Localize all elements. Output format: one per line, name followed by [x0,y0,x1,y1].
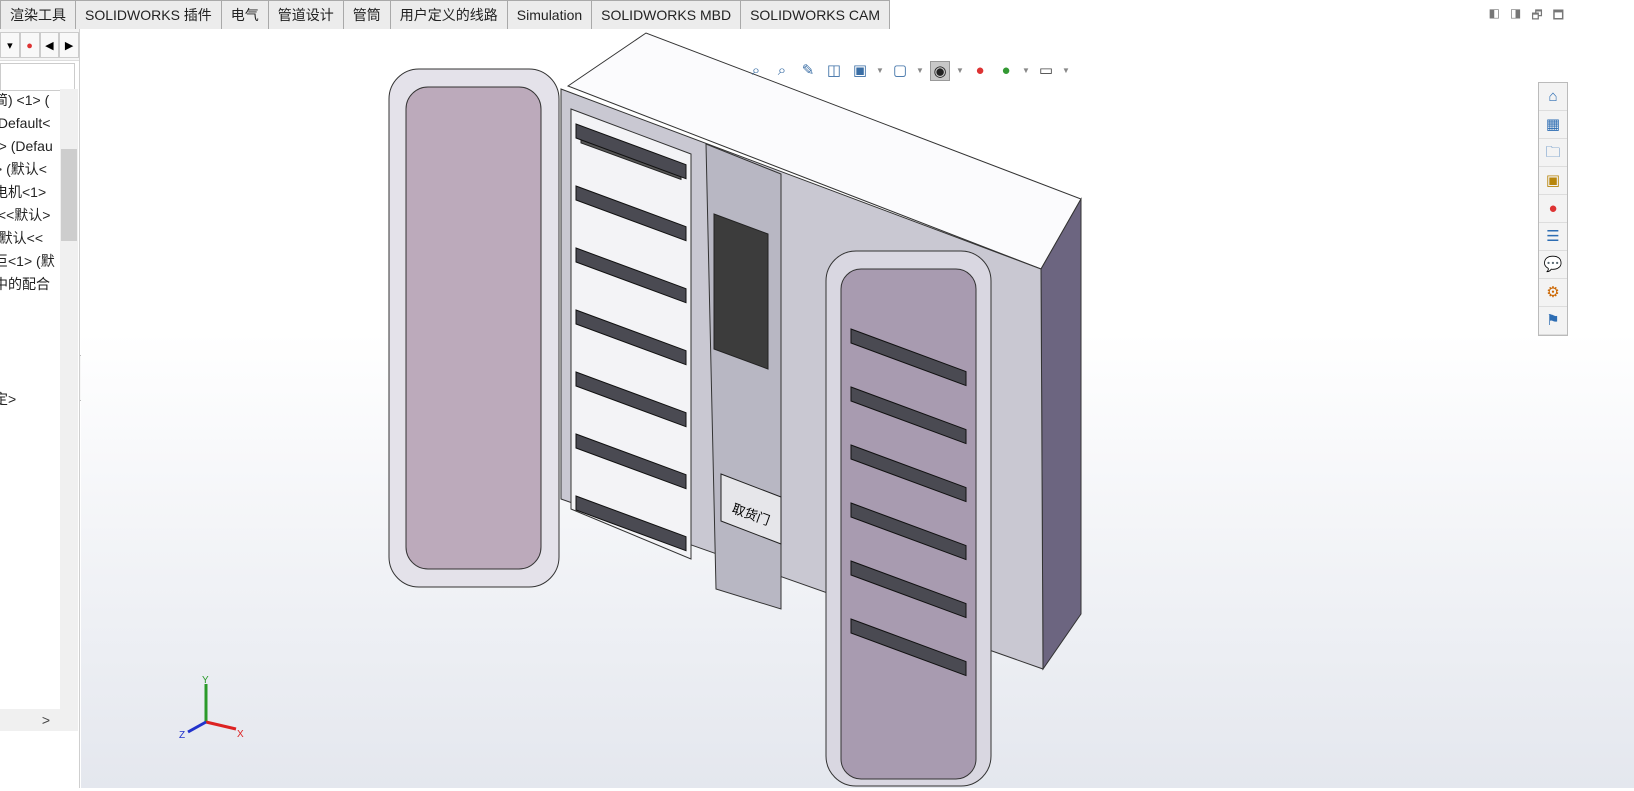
scroll-thumb[interactable] [61,149,77,241]
panel-tabs: ▾ ● ◀ ▶ [0,29,79,61]
dropdown-icon[interactable]: ▾ [0,31,20,58]
chevron-down-icon[interactable]: ▼ [956,61,964,81]
vending-cabinet-model: 取货门 [388,32,1082,787]
cabinet-side [1040,197,1082,671]
z-axis [187,720,207,734]
tree-item[interactable]: 定> [0,388,60,411]
hide-show-items-icon[interactable]: ◉ [930,61,950,81]
tree-item[interactable] [0,365,60,388]
z-label: Z [179,730,185,741]
tree-item[interactable]: -> (Defau [0,135,60,158]
feature-tree: 简) <1> ( [Default< -> (Defau > (默认< 电机<1… [0,89,60,411]
y-label: Y [202,675,209,686]
tree-item[interactable] [0,319,60,342]
zoom-to-area-icon[interactable]: ⌕ [772,61,792,81]
tree-item[interactable] [0,342,60,365]
scroll-right-button[interactable]: ▶ [59,31,79,58]
tree-item[interactable]: 电机<1> [0,181,60,204]
tree-item[interactable] [0,296,60,319]
appearance-tab-icon[interactable]: ● [19,31,40,58]
tree-item[interactable]: 简) <1> ( [0,89,60,112]
view-orientation-icon[interactable]: ▣ [850,61,870,81]
tree-item[interactable]: > (默认< [0,158,60,181]
chevron-down-icon[interactable]: ▼ [916,61,924,81]
tab-solidworks-addins[interactable]: SOLIDWORKS 插件 [75,0,222,29]
zoom-to-fit-icon[interactable]: ⌕ [746,61,766,81]
x-label: X [237,729,244,740]
coordinate-triad: Y X Z [179,675,244,741]
tile-right-icon[interactable]: ◨ [1510,6,1521,27]
tree-item[interactable]: 巨<1> (默 [0,250,60,273]
vertical-scrollbar[interactable] [60,89,78,709]
forum-icon[interactable]: 💬 [1539,251,1567,279]
horizontal-scrollbar[interactable]: > [0,709,78,731]
left-door-glass [405,86,542,570]
heads-up-toolbar: ⌕ ⌕ ✎ ◫ ▣ ▼ ▢ ▼ ◉ ▼ ● ● ▼ ▭ ▼ [746,61,1070,81]
view-settings-icon[interactable]: ▭ [1036,61,1056,81]
tab-cam[interactable]: SOLIDWORKS CAM [740,0,890,29]
task-pane: ⌂ ▦ 🗀 ▣ ● ☰ 💬 ⚙ ⚑ [1538,82,1568,336]
chevron-down-icon[interactable]: ▼ [876,61,884,81]
feature-manager-panel: ▾ ● ◀ ▶ 简) <1> ( [Default< -> (Defau > (… [0,29,80,788]
section-view-icon[interactable]: ◫ [824,61,844,81]
appearances-icon[interactable]: ● [1539,195,1567,223]
x-axis [205,720,237,731]
tab-simulation[interactable]: Simulation [506,0,593,29]
design-library-icon[interactable]: ⚙ [1539,279,1567,307]
tab-user-routes[interactable]: 用户定义的线路 [389,0,508,29]
tab-electrical[interactable]: 电气 [220,0,269,29]
tree-item[interactable]: (默认<< [0,227,60,250]
command-manager-tabs: 渲染工具 SOLIDWORKS 插件 电气 管道设计 管筒 用户定义的线路 Si… [0,0,890,29]
graphics-area[interactable]: 取货门 // draw shelves with trays (function… [81,29,1634,788]
parts-icon[interactable]: ▦ [1539,111,1567,139]
scroll-right-arrow[interactable]: > [42,712,50,728]
tree-item[interactable]: 中的配合 [0,273,60,296]
edit-appearance-icon[interactable]: ● [970,61,990,81]
tree-item[interactable]: :<<默认> [0,204,60,227]
window-controls: ◧ ◨ 🗗 🗖 [1489,6,1564,27]
previous-view-icon[interactable]: ✎ [798,61,818,81]
tab-mbd[interactable]: SOLIDWORKS MBD [591,0,742,29]
tree-item[interactable]: [Default< [0,112,60,135]
touch-screen [713,213,769,370]
maximize-icon[interactable]: 🗖 [1553,6,1564,27]
restore-icon[interactable]: 🗗 [1531,6,1542,27]
view-palette-icon[interactable]: ▣ [1539,167,1567,195]
folder-icon[interactable]: 🗀 [1539,139,1567,167]
custom-properties-icon[interactable]: ☰ [1539,223,1567,251]
resources-icon[interactable]: ⚑ [1539,307,1567,335]
tab-tubing[interactable]: 管筒 [342,0,391,29]
filter-input[interactable] [0,63,75,91]
chevron-down-icon[interactable]: ▼ [1062,61,1070,81]
tile-left-icon[interactable]: ◧ [1489,6,1500,27]
apply-scene-icon[interactable]: ● [996,61,1016,81]
scroll-left-button[interactable]: ◀ [39,31,60,58]
tab-piping[interactable]: 管道设计 [267,0,344,29]
display-style-icon[interactable]: ▢ [890,61,910,81]
home-icon[interactable]: ⌂ [1539,83,1567,111]
chevron-down-icon[interactable]: ▼ [1022,61,1030,81]
tab-render-tools[interactable]: 渲染工具 [0,0,76,29]
